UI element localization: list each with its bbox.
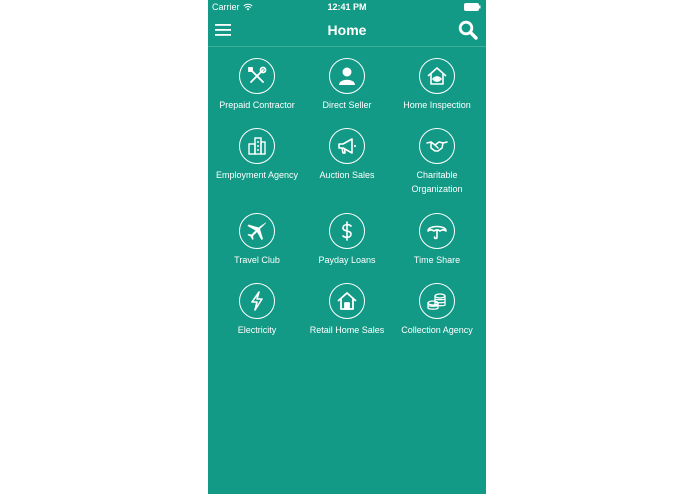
tile-auction-sales[interactable]: Auction Sales: [301, 128, 393, 182]
tile-time-share[interactable]: Time Share: [391, 213, 483, 267]
home-eye-icon: [419, 58, 455, 94]
tile-label: Auction Sales: [319, 170, 375, 180]
battery-icon: [464, 3, 481, 11]
navigation-bar: Home: [208, 14, 486, 47]
tile-home-inspection[interactable]: Home Inspection: [391, 58, 483, 112]
umbrella-icon: [419, 213, 455, 249]
coins-icon: [419, 283, 455, 319]
tile-direct-seller[interactable]: Direct Seller: [301, 58, 393, 112]
tile-travel-club[interactable]: Travel Club: [211, 213, 303, 267]
airplane-icon: [239, 213, 275, 249]
tile-label: Charitable Organization: [411, 170, 463, 194]
tile-label: Employment Agency: [215, 170, 299, 180]
tile-electricity[interactable]: Electricity: [211, 283, 303, 337]
tile-label: Payday Loans: [318, 255, 376, 265]
tile-employment-agency[interactable]: Employment Agency: [211, 128, 303, 182]
person-icon: [329, 58, 365, 94]
tile-label: Prepaid Contractor: [219, 100, 295, 110]
tile-payday-loans[interactable]: Payday Loans: [301, 213, 393, 267]
dollar-icon: [329, 213, 365, 249]
status-bar: Carrier 12:41 PM: [208, 0, 486, 14]
tile-label: Time Share: [413, 255, 461, 265]
tile-label: Collection Agency: [401, 325, 473, 335]
tile-label: Home Inspection: [403, 100, 471, 110]
page-title: Home: [327, 22, 367, 38]
search-icon[interactable]: [458, 20, 478, 40]
tile-label: Direct Seller: [322, 100, 372, 110]
status-time: 12:41 PM: [327, 2, 367, 12]
lightning-icon: [239, 283, 275, 319]
tile-charitable-organization[interactable]: Charitable Organization: [391, 128, 483, 196]
tile-label: Electricity: [237, 325, 277, 335]
tile-collection-agency[interactable]: Collection Agency: [391, 283, 483, 337]
tools-icon: [239, 58, 275, 94]
megaphone-icon: [329, 128, 365, 164]
app-screen: Carrier 12:41 PM Home Prepaid Contractor…: [208, 0, 486, 494]
buildings-icon: [239, 128, 275, 164]
house-icon: [329, 283, 365, 319]
tile-label: Travel Club: [234, 255, 280, 265]
handshake-icon: [419, 128, 455, 164]
tile-label: Retail Home Sales: [309, 325, 385, 335]
tile-retail-home-sales[interactable]: Retail Home Sales: [301, 283, 393, 337]
tile-prepaid-contractor[interactable]: Prepaid Contractor: [211, 58, 303, 112]
